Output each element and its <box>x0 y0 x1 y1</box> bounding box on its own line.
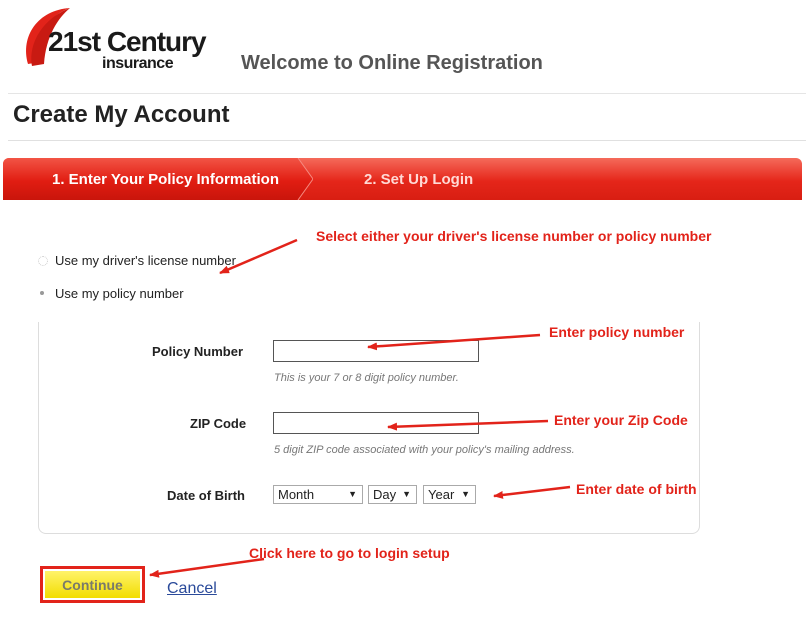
arrow-select-option <box>219 238 298 275</box>
continue-highlight: Continue <box>40 566 145 603</box>
arrow-zip-code <box>387 419 549 431</box>
cancel-link[interactable]: Cancel <box>167 580 217 598</box>
arrow-date-of-birth <box>493 485 571 499</box>
arrow-continue <box>149 557 265 578</box>
annotation-arrows <box>149 238 571 578</box>
arrow-policy-number <box>367 333 541 351</box>
continue-button[interactable]: Continue <box>45 571 140 598</box>
